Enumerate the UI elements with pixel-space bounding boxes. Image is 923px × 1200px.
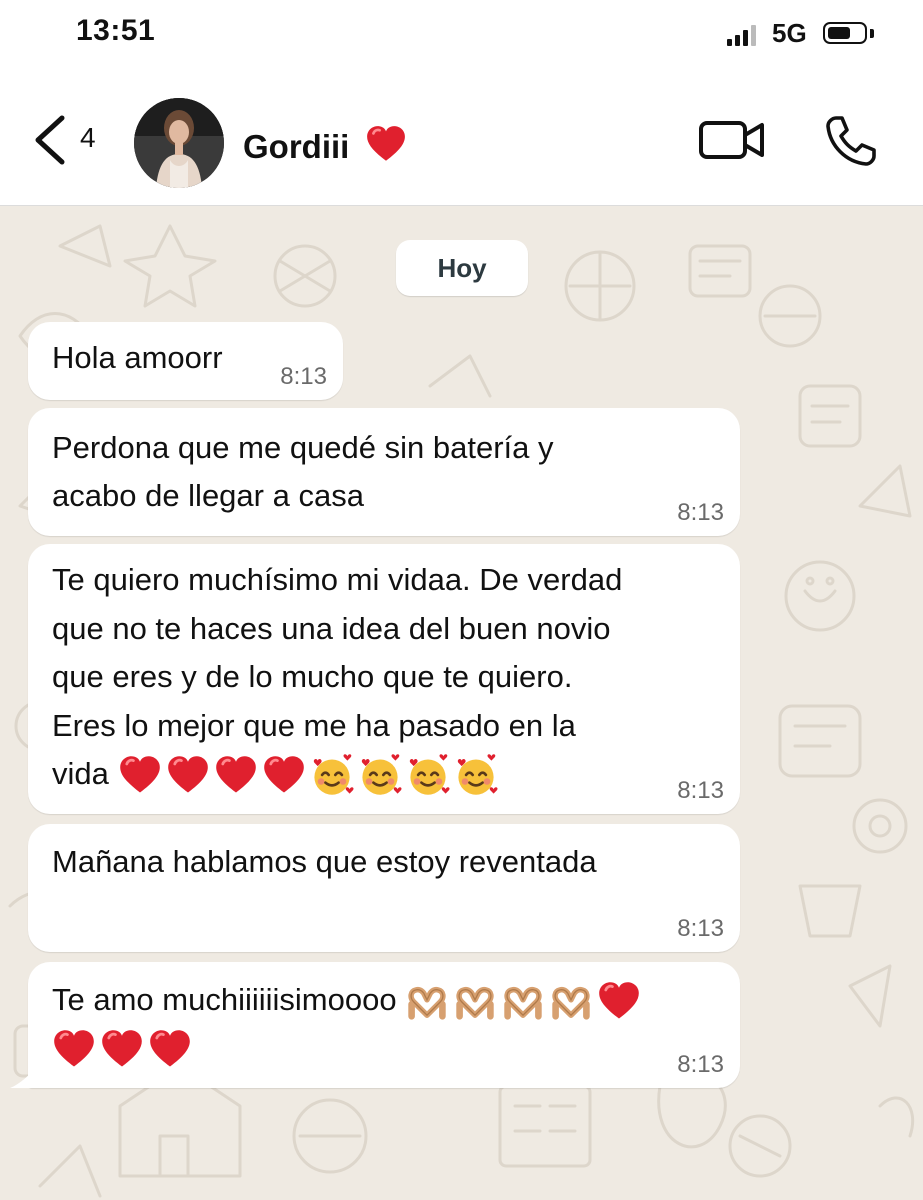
red-heart-icon: [52, 1028, 96, 1072]
message-line: Eres lo mejor que me ha pasado en la: [52, 707, 576, 743]
message-bubble[interactable]: Mañana hablamos que estoy reventada 8:13: [28, 824, 740, 952]
chat-area[interactable]: Hoy Hola amoorr 8:13 Perdona que me qued…: [0, 206, 923, 1200]
red-heart-icon: [166, 754, 210, 798]
red-heart-icon: [214, 754, 258, 798]
message-text: Mañana hablamos que estoy reventada: [52, 838, 597, 886]
phone-call-icon[interactable]: [822, 112, 880, 170]
message-line: Hola amoorr: [52, 340, 223, 375]
message-line: vida: [52, 756, 109, 791]
message-line-with-emojis: vida: [52, 750, 622, 799]
message-time: 8:13: [677, 499, 724, 526]
message-bubble[interactable]: Te amo muchiiiiiisimoooo 8:13: [28, 962, 740, 1088]
message-time: 8:13: [677, 915, 724, 942]
red-heart-icon: [262, 754, 306, 798]
red-heart-icon: [118, 754, 162, 798]
smiling-face-with-hearts-icon: [406, 754, 450, 798]
status-bar: 13:51 5G: [0, 0, 923, 70]
smiling-face-with-hearts-icon: [310, 754, 354, 798]
message-line: que eres y de lo mucho que te quiero.: [52, 659, 573, 694]
message-bubble[interactable]: Hola amoorr 8:13: [28, 322, 343, 400]
message-line: Te amo muchiiiiiisimoooo: [52, 982, 397, 1017]
battery-tip: [870, 29, 874, 38]
message-line: Mañana hablamos que estoy reventada: [52, 844, 597, 879]
heart-hands-icon: [549, 980, 593, 1024]
message-text: Te quiero muchísimo mi vidaa. De verdad …: [52, 556, 622, 799]
red-heart-icon: [100, 1028, 144, 1072]
message-time: 8:13: [280, 363, 327, 390]
emoji-row: [405, 980, 641, 1024]
signal-icon: [727, 24, 759, 46]
smiling-face-with-hearts-icon: [358, 754, 402, 798]
message-line: que no te haces una idea del buen novio: [52, 610, 611, 646]
message-bubble[interactable]: Te quiero muchísimo mi vidaa. De verdad …: [28, 544, 740, 814]
heart-hands-icon: [453, 980, 497, 1024]
battery-icon: [823, 22, 867, 44]
status-time: 13:51: [76, 14, 156, 47]
heart-hands-icon: [405, 980, 449, 1024]
smiling-face-with-hearts-icon: [454, 754, 498, 798]
message-text: Hola amoorr: [52, 334, 223, 382]
chat-header: 4 Gordiii: [0, 70, 923, 206]
back-chevron-icon[interactable]: [28, 112, 72, 168]
emoji-row: [52, 1028, 192, 1072]
red-heart-icon: [148, 1028, 192, 1072]
emoji-row: [118, 754, 498, 798]
heart-hands-icon: [501, 980, 545, 1024]
date-separator: Hoy: [396, 240, 528, 296]
message-time: 8:13: [677, 777, 724, 804]
message-time: 8:13: [677, 1051, 724, 1078]
message-text: Te amo muchiiiiiisimoooo: [52, 976, 641, 1072]
message-line: Te quiero muchísimo mi vidaa. De verdad: [52, 562, 623, 597]
video-call-icon[interactable]: [698, 118, 766, 162]
avatar[interactable]: [134, 98, 224, 188]
network-type: 5G: [772, 18, 807, 48]
unread-count[interactable]: 4: [80, 122, 96, 154]
contact-name[interactable]: Gordiii: [243, 124, 407, 166]
message-line: Perdona que me quedé sin batería y: [52, 430, 554, 465]
message-line-with-emojis: Te amo muchiiiiiisimoooo: [52, 976, 641, 1024]
red-heart-icon: [365, 124, 407, 166]
message-text: Perdona que me quedé sin batería y acabo…: [52, 424, 554, 520]
message-bubble[interactable]: Perdona que me quedé sin batería y acabo…: [28, 408, 740, 536]
message-line: acabo de llegar a casa: [52, 478, 364, 513]
red-heart-icon: [597, 980, 641, 1024]
bubble-tail: [10, 1066, 38, 1088]
emoji-line: [52, 1024, 641, 1072]
contact-name-text: Gordiii: [243, 128, 350, 165]
